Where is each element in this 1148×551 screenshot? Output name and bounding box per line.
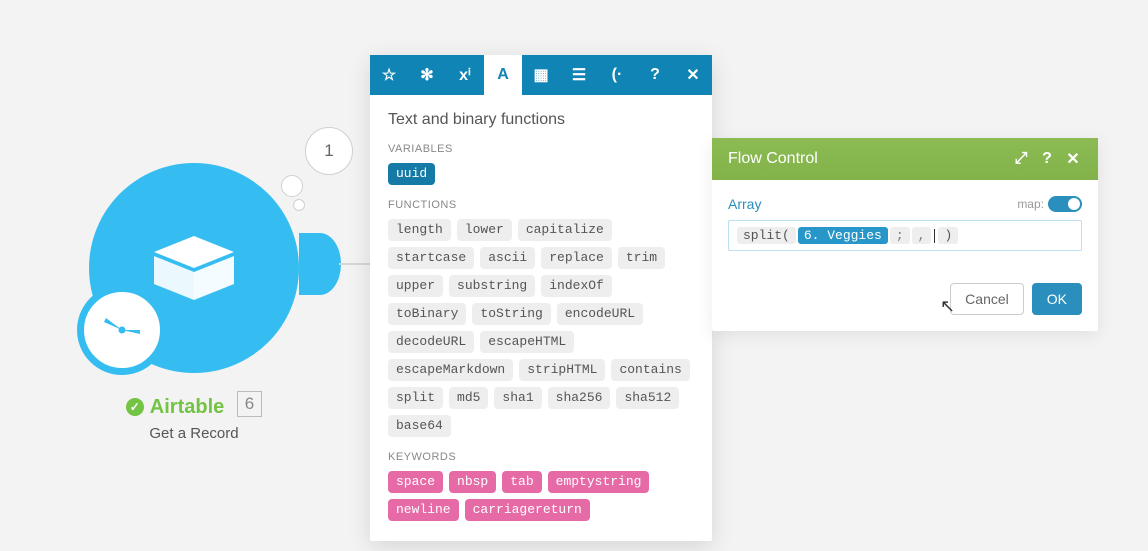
pill-carriagereturn[interactable]: carriagereturn <box>465 499 590 521</box>
map-toggle[interactable] <box>1048 196 1082 212</box>
flow-panel-header: Flow Control ⤢ ? ✕ <box>712 138 1098 180</box>
tab-close[interactable]: ✕ <box>674 55 712 95</box>
module-action-name: Get a Record <box>74 425 314 442</box>
functions-panel: ☆ ✻ xⁱ A ▦ ☰ (· ? ✕ Text and binary func… <box>370 55 712 541</box>
pill-tab[interactable]: tab <box>502 471 541 493</box>
tab-array[interactable]: ☰ <box>560 55 598 95</box>
flow-panel-footer: Cancel OK <box>712 267 1098 331</box>
pill-tobinary[interactable]: toBinary <box>388 303 466 325</box>
cancel-button[interactable]: Cancel <box>950 283 1024 315</box>
airtable-module-node[interactable]: 1 ✓ Airtable 6 Get a Record <box>74 163 314 442</box>
bundle-count-bubble[interactable]: 1 <box>305 127 353 175</box>
pill-capitalize[interactable]: capitalize <box>518 219 612 241</box>
module-app-name: Airtable <box>150 396 224 419</box>
module-circle[interactable]: 1 <box>89 163 299 373</box>
pill-ascii[interactable]: ascii <box>480 247 535 269</box>
tab-misc[interactable]: (· <box>598 55 636 95</box>
functions-section-label: FUNCTIONS <box>388 199 694 211</box>
pill-striphtml[interactable]: stripHTML <box>519 359 605 381</box>
tab-math[interactable]: xⁱ <box>446 55 484 95</box>
expr-sep1: ; <box>890 227 910 244</box>
array-field-row: Array map: <box>728 196 1082 212</box>
expr-fn-open: split( <box>737 227 796 244</box>
pill-base64[interactable]: base64 <box>388 415 451 437</box>
array-field-label: Array <box>728 196 1017 212</box>
pill-escapehtml[interactable]: escapeHTML <box>480 331 574 353</box>
ok-button[interactable]: OK <box>1032 283 1082 315</box>
bubble-sm <box>293 199 305 211</box>
map-toggle-label: map: <box>1017 197 1044 211</box>
pill-sha512[interactable]: sha512 <box>616 387 679 409</box>
functions-panel-title: Text and binary functions <box>388 111 694 129</box>
tab-help[interactable]: ? <box>636 55 674 95</box>
functions-list: length lower capitalize startcase ascii repla… <box>388 219 694 437</box>
check-icon: ✓ <box>126 398 144 416</box>
flow-panel-title: Flow Control <box>728 150 1008 168</box>
pill-replace[interactable]: replace <box>541 247 612 269</box>
pill-encodeurl[interactable]: encodeURL <box>557 303 643 325</box>
help-icon[interactable]: ? <box>1034 150 1060 168</box>
functions-panel-body: Text and binary functions VARIABLES uuid… <box>370 95 712 541</box>
pill-startcase[interactable]: startcase <box>388 247 474 269</box>
close-icon[interactable]: ✕ <box>1060 149 1086 169</box>
tab-text[interactable]: A <box>484 55 522 95</box>
array-expression-input[interactable]: split( 6. Veggies ; , ) <box>728 220 1082 251</box>
pill-decodeurl[interactable]: decodeURL <box>388 331 474 353</box>
expr-sep2: , <box>912 227 932 244</box>
expand-icon[interactable]: ⤢ <box>1008 150 1034 168</box>
pill-upper[interactable]: upper <box>388 275 443 297</box>
pill-newline[interactable]: newline <box>388 499 459 521</box>
bundle-count: 1 <box>324 141 333 161</box>
variables-list: uuid <box>388 163 694 185</box>
tab-gear[interactable]: ✻ <box>408 55 446 95</box>
pill-space[interactable]: space <box>388 471 443 493</box>
box-icon <box>144 228 244 308</box>
functions-panel-tabs: ☆ ✻ xⁱ A ▦ ☰ (· ? ✕ <box>370 55 712 95</box>
caret-icon <box>934 229 935 243</box>
module-label: ✓ Airtable <box>126 396 224 419</box>
pill-trim[interactable]: trim <box>618 247 665 269</box>
pill-md5[interactable]: md5 <box>449 387 488 409</box>
pill-split[interactable]: split <box>388 387 443 409</box>
expr-close: ) <box>938 227 958 244</box>
pill-uuid[interactable]: uuid <box>388 163 435 185</box>
pill-contains[interactable]: contains <box>611 359 689 381</box>
module-id-badge: 6 <box>237 391 262 417</box>
tab-star[interactable]: ☆ <box>370 55 408 95</box>
pill-sha1[interactable]: sha1 <box>494 387 541 409</box>
keywords-section-label: KEYWORDS <box>388 451 694 463</box>
pill-lower[interactable]: lower <box>457 219 512 241</box>
keywords-list: space nbsptab emptystring newline carriagere… <box>388 471 694 521</box>
flow-panel-body: Array map: split( 6. Veggies ; , ) <box>712 180 1098 267</box>
pill-nbsp[interactable]: nbsp <box>449 471 496 493</box>
pill-substring[interactable]: substring <box>449 275 535 297</box>
pill-length[interactable]: length <box>388 219 451 241</box>
variables-section-label: VARIABLES <box>388 143 694 155</box>
tab-date[interactable]: ▦ <box>522 55 560 95</box>
pill-indexof[interactable]: indexOf <box>541 275 612 297</box>
clock-icon <box>77 285 167 375</box>
bubble-mid <box>281 175 303 197</box>
flow-control-panel: Flow Control ⤢ ? ✕ Array map: split( 6. … <box>712 138 1098 331</box>
pill-tostring[interactable]: toString <box>472 303 550 325</box>
pill-sha256[interactable]: sha256 <box>548 387 611 409</box>
pill-escapemarkdown[interactable]: escapeMarkdown <box>388 359 513 381</box>
pill-emptystring[interactable]: emptystring <box>548 471 650 493</box>
output-connector[interactable] <box>299 233 341 295</box>
expr-arg: 6. Veggies <box>798 227 888 244</box>
